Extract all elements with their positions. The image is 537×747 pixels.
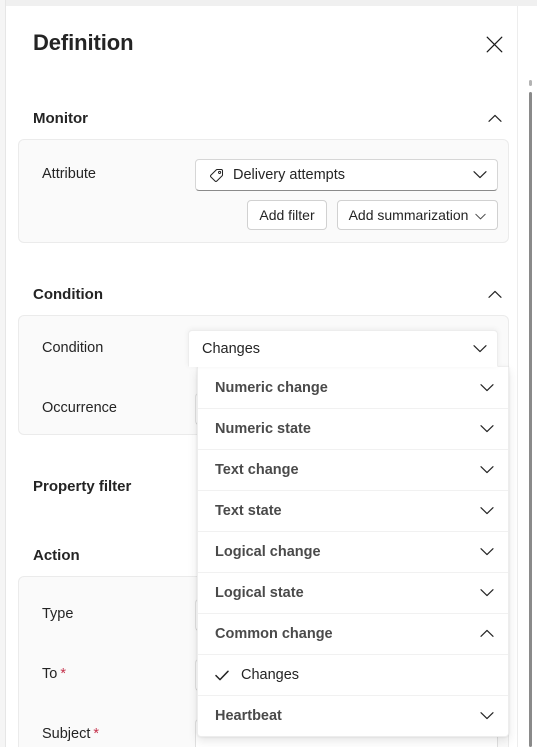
subject-label: Subject * — [42, 726, 99, 742]
dropdown-item-label: Text state — [215, 503, 282, 519]
vertical-scrollbar[interactable] — [523, 6, 537, 747]
dropdown-item[interactable]: Changes — [198, 654, 508, 695]
section-title-property-filter: Property filter — [33, 477, 132, 495]
dropdown-item[interactable]: Heartbeat — [198, 695, 508, 736]
dropdown-item-label: Changes — [241, 667, 300, 683]
condition-dropdown-list[interactable]: Numeric change Numeric state Text change Te… — [197, 367, 509, 737]
dropdown-item[interactable]: Numeric change — [198, 367, 508, 408]
scrollbar-thumb[interactable] — [529, 92, 532, 747]
panel-header: Definition — [7, 6, 520, 90]
section-title-condition: Condition — [33, 285, 103, 303]
chevron-down-icon[interactable] — [480, 584, 494, 602]
dropdown-item[interactable]: Logical change — [198, 531, 508, 572]
occurrence-label: Occurrence — [42, 400, 117, 416]
attribute-combobox[interactable]: Delivery attempts — [195, 159, 498, 191]
chevron-down-icon[interactable] — [480, 707, 494, 725]
required-asterisk: * — [60, 666, 66, 682]
section-header-monitor[interactable]: Monitor — [33, 106, 505, 130]
chevron-up-icon[interactable] — [485, 108, 505, 128]
chevron-down-icon[interactable] — [480, 379, 494, 397]
close-icon — [486, 36, 503, 53]
tag-icon — [209, 168, 224, 183]
dropdown-item-label: Logical change — [215, 544, 321, 560]
chevron-up-icon[interactable] — [480, 625, 494, 643]
attribute-label: Attribute — [42, 166, 96, 182]
page-title: Definition — [33, 30, 134, 55]
to-label-text: To — [42, 666, 58, 682]
definition-panel-root: Definition Monitor Attribute Delivery at… — [0, 0, 537, 747]
add-summarization-label: Add summarization — [348, 207, 469, 223]
section-header-condition[interactable]: Condition — [33, 282, 505, 306]
scrollbar-top-marker — [529, 80, 532, 86]
dropdown-item-label: Text change — [215, 462, 299, 478]
condition-combobox[interactable]: Changes — [188, 330, 498, 367]
add-filter-label: Add filter — [259, 207, 315, 223]
dropdown-item-label: Heartbeat — [215, 708, 282, 724]
dropdown-item-label: Logical state — [215, 585, 304, 601]
dropdown-item[interactable]: Text state — [198, 490, 508, 531]
monitor-card: Attribute Delivery attempts Add filter A… — [18, 139, 509, 243]
dropdown-item[interactable]: Common change — [198, 613, 508, 654]
type-label: Type — [42, 606, 74, 622]
chevron-down-icon[interactable] — [473, 340, 487, 358]
dropdown-item-label: Common change — [215, 626, 333, 642]
dropdown-item-label: Numeric state — [215, 421, 311, 437]
chevron-down-icon[interactable] — [480, 420, 494, 438]
dropdown-item[interactable]: Numeric state — [198, 408, 508, 449]
chevron-down-icon — [475, 207, 487, 223]
required-asterisk: * — [93, 726, 100, 742]
dropdown-item[interactable]: Text change — [198, 449, 508, 490]
attribute-value: Delivery attempts — [233, 167, 346, 183]
section-title-action: Action — [33, 546, 80, 564]
check-icon — [215, 670, 237, 681]
to-label: To * — [42, 666, 66, 682]
chevron-down-icon[interactable] — [480, 543, 494, 561]
condition-label: Condition — [42, 340, 104, 356]
chevron-up-icon[interactable] — [485, 284, 505, 304]
dropdown-item[interactable]: Logical state — [198, 572, 508, 613]
add-summarization-button[interactable]: Add summarization — [337, 200, 498, 230]
dropdown-item-label: Numeric change — [215, 379, 328, 396]
panel-left-edge — [0, 0, 6, 747]
condition-value: Changes — [202, 340, 261, 357]
chevron-down-icon[interactable] — [480, 502, 494, 520]
definition-panel: Definition Monitor Attribute Delivery at… — [7, 6, 520, 747]
add-filter-button[interactable]: Add filter — [247, 200, 327, 230]
chevron-down-icon[interactable] — [473, 166, 487, 184]
section-title-monitor: Monitor — [33, 109, 88, 127]
close-button[interactable] — [478, 28, 510, 60]
subject-label-text: Subject — [42, 726, 91, 742]
chevron-down-icon[interactable] — [480, 461, 494, 479]
